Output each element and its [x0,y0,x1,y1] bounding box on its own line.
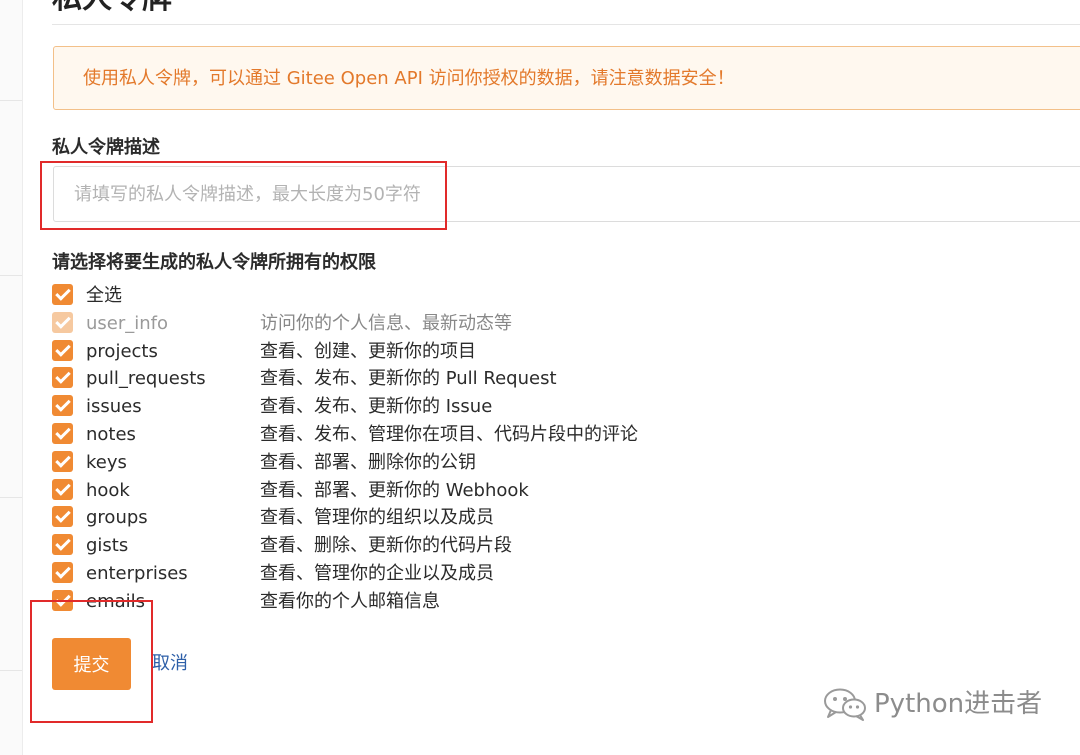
permission-description: 查看、管理你的组织以及成员 [260,507,494,529]
page-title: 私人令牌 [52,0,172,16]
permission-name: issues [86,396,142,418]
permission-description: 查看你的个人邮箱信息 [260,590,440,612]
permission-name: emails [86,590,146,612]
permission-description: 查看、发布、更新你的 Pull Request [260,368,557,390]
submit-button[interactable]: 提交 [52,638,131,690]
permission-checkbox[interactable] [52,506,73,528]
permissions-list: 全选 user_info 访问你的个人信息、最新动态等 projects 查看、创建、更… [52,282,752,616]
permission-description: 查看、部署、删除你的公钥 [260,451,476,473]
permission-description: 访问你的个人信息、最新动态等 [260,312,512,334]
sidebar-divider [0,100,22,101]
permission-row: keys 查看、部署、删除你的公钥 [52,449,752,477]
permission-checkbox[interactable] [52,395,73,417]
permission-description: 查看、创建、更新你的项目 [260,340,476,362]
permission-name: pull_requests [86,368,206,390]
permission-checkbox[interactable] [52,534,73,556]
permission-name: projects [86,340,158,362]
permission-name: notes [86,423,136,445]
permission-row: groups 查看、管理你的组织以及成员 [52,504,752,532]
permission-row: gists 查看、删除、更新你的代码片段 [52,532,752,560]
permission-name: keys [86,451,127,473]
permission-row: enterprises 查看、管理你的企业以及成员 [52,560,752,588]
permission-row: hook 查看、部署、更新你的 Webhook [52,477,752,505]
sidebar-divider [0,670,22,671]
permission-description: 查看、管理你的企业以及成员 [260,562,494,584]
permission-row: pull_requests 查看、发布、更新你的 Pull Request [52,365,752,393]
permission-checkbox[interactable] [52,450,73,472]
wechat-icon [824,688,866,721]
permission-row: notes 查看、发布、管理你在项目、代码片段中的评论 [52,421,752,449]
permission-name: groups [86,507,148,529]
cancel-link[interactable]: 取消 [152,652,188,676]
sidebar-divider [0,275,22,276]
permission-row: issues 查看、发布、更新你的 Issue [52,393,752,421]
left-sidebar-strip [0,0,23,755]
permission-checkbox[interactable] [52,478,73,500]
permission-checkbox[interactable] [52,367,73,389]
permission-name: enterprises [86,562,188,584]
permission-row: emails 查看你的个人邮箱信息 [52,588,752,616]
permission-checkbox[interactable] [52,589,73,611]
permission-description: 查看、部署、更新你的 Webhook [260,479,529,501]
permission-row: projects 查看、创建、更新你的项目 [52,338,752,366]
select-all-label: 全选 [86,285,122,306]
permission-name: hook [86,479,130,501]
description-label: 私人令牌描述 [52,137,160,158]
permission-description: 查看、发布、管理你在项目、代码片段中的评论 [260,423,638,445]
permission-row: user_info 访问你的个人信息、最新动态等 [52,310,752,338]
title-divider [52,24,1080,25]
watermark-text: Python进击者 [874,689,1043,719]
permission-description: 查看、删除、更新你的代码片段 [260,535,512,557]
permission-description: 查看、发布、更新你的 Issue [260,396,493,418]
permissions-label: 请选择将要生成的私人令牌所拥有的权限 [52,252,376,273]
sidebar-divider [0,497,22,498]
permission-checkbox[interactable] [52,422,73,444]
permission-checkbox[interactable] [52,339,73,361]
permission-name: gists [86,535,129,557]
security-notice: 使用私人令牌，可以通过 Gitee Open API 访问你授权的数据，请注意数… [53,46,1080,110]
select-all-checkbox[interactable] [52,284,73,305]
permission-checkbox [52,311,73,333]
watermark: Python进击者 [822,686,1042,722]
select-all-row: 全选 [52,282,752,310]
page-root: 私人令牌 使用私人令牌，可以通过 Gitee Open API 访问你授权的数据… [0,0,1080,755]
permission-name: user_info [86,312,169,334]
security-notice-text: 使用私人令牌，可以通过 Gitee Open API 访问你授权的数据，请注意数… [83,68,735,89]
permission-checkbox[interactable] [52,561,73,583]
token-description-input[interactable] [53,166,1080,222]
